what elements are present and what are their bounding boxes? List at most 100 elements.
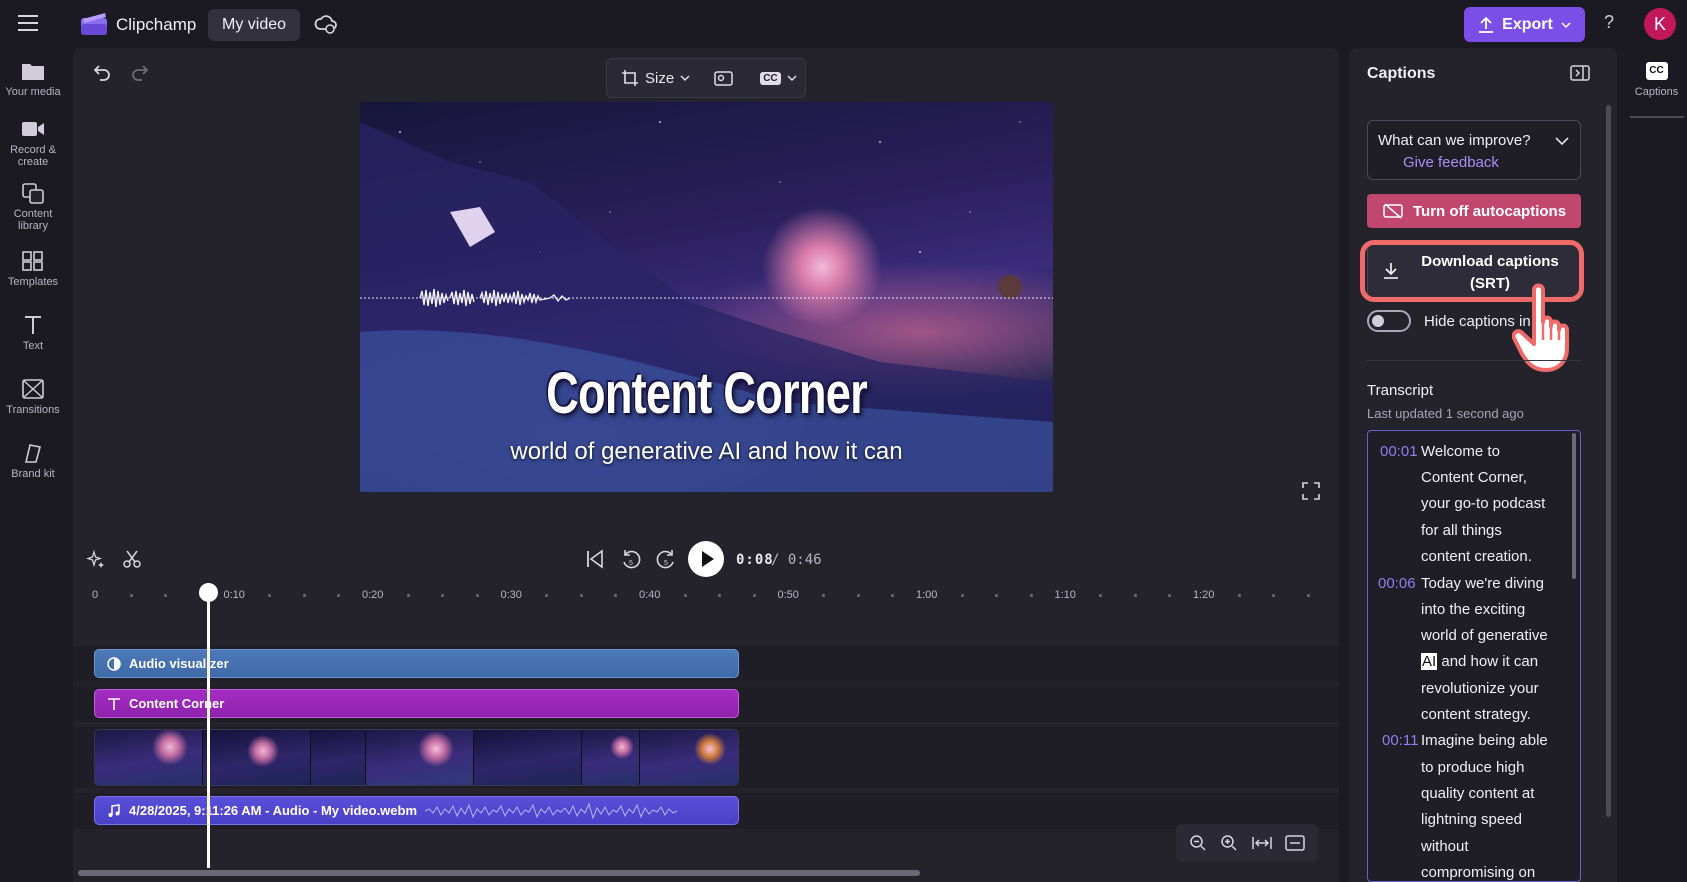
transcript-scrollbar[interactable] bbox=[1572, 433, 1576, 579]
menu-icon[interactable] bbox=[18, 14, 40, 32]
chevron-down-icon[interactable] bbox=[680, 74, 690, 82]
give-feedback-link[interactable]: Give feedback bbox=[1403, 154, 1499, 171]
redo-icon[interactable] bbox=[130, 63, 150, 83]
ruler-tick-label: 0:50 bbox=[777, 589, 799, 601]
caption-timestamp[interactable]: 00:11 bbox=[1382, 732, 1418, 749]
caption-line[interactable]: Today we're diving bbox=[1421, 575, 1544, 592]
ruler-tick-label: 1:10 bbox=[1054, 589, 1076, 601]
ruler-tick bbox=[752, 594, 756, 597]
text-clip[interactable]: Content Corner bbox=[94, 689, 739, 718]
sidebar-item-templates[interactable]: Templates bbox=[0, 250, 66, 288]
timeline-settings-icon[interactable] bbox=[1285, 834, 1305, 852]
skip-to-start-icon[interactable] bbox=[584, 548, 606, 570]
ruler-tick-label: 0:20 bbox=[362, 589, 384, 601]
ruler-tick bbox=[475, 594, 479, 597]
caption-line[interactable]: without bbox=[1421, 838, 1469, 855]
fullscreen-icon[interactable] bbox=[1302, 482, 1320, 500]
feedback-question: What can we improve? bbox=[1378, 132, 1531, 149]
transitions-icon bbox=[22, 379, 44, 399]
help-icon[interactable]: ? bbox=[1598, 12, 1620, 36]
zoom-in-icon[interactable] bbox=[1220, 834, 1238, 852]
sidebar-item-your-media[interactable]: Your media bbox=[0, 60, 66, 98]
audio-visualizer-clip[interactable]: Audio visualizer bbox=[94, 649, 739, 678]
caption-line[interactable]: world of generative bbox=[1421, 627, 1548, 644]
selected-word: AI bbox=[1421, 653, 1438, 670]
project-name-tab[interactable]: My video bbox=[208, 9, 300, 41]
audio-file-clip[interactable]: 4/28/2025, 9:11:26 AM - Audio - My video… bbox=[94, 796, 739, 825]
caption-line[interactable]: your go-to podcast bbox=[1421, 495, 1545, 512]
ruler-tick-label: 1:00 bbox=[916, 589, 938, 601]
caption-line[interactable]: Content Corner, bbox=[1421, 469, 1527, 486]
ruler-tick bbox=[302, 594, 306, 597]
video-thumbnail bbox=[640, 730, 738, 785]
forward-5s-icon[interactable]: 5 bbox=[655, 548, 677, 570]
caption-timestamp[interactable]: 00:06 bbox=[1378, 575, 1416, 592]
caption-line[interactable]: compromising on bbox=[1421, 864, 1535, 881]
captions-tab[interactable]: CC Captions bbox=[1626, 48, 1687, 118]
text-icon bbox=[25, 316, 41, 334]
ruler-tick-label: 0:10 bbox=[223, 589, 245, 601]
feedback-dropdown[interactable] bbox=[1367, 120, 1581, 180]
camera-icon bbox=[22, 122, 44, 136]
sidebar-item-brand-kit[interactable]: Brand kit bbox=[0, 442, 66, 480]
transcript-editor[interactable]: 00:01 Welcome to Content Corner, your go… bbox=[1367, 430, 1581, 882]
sidebar-item-transitions[interactable]: Transitions bbox=[0, 378, 66, 416]
caption-timestamp[interactable]: 00:01 bbox=[1380, 443, 1418, 460]
caption-line[interactable]: lightning speed bbox=[1421, 811, 1522, 828]
turn-off-autocaptions-button[interactable]: Turn off autocaptions bbox=[1367, 194, 1581, 228]
layout-icon[interactable] bbox=[714, 69, 734, 87]
tab-divider bbox=[1630, 116, 1684, 118]
ruler-tick bbox=[960, 594, 964, 597]
caption-line[interactable]: to produce high bbox=[1421, 759, 1524, 776]
pointer-hand-icon bbox=[1512, 282, 1582, 372]
ruler-tick bbox=[579, 594, 583, 597]
caption-line[interactable]: revolutionize your bbox=[1421, 680, 1539, 697]
captions-toggle-button[interactable]: CC bbox=[760, 71, 781, 85]
upload-icon bbox=[1479, 16, 1494, 33]
playhead[interactable] bbox=[207, 584, 210, 868]
timeline-scrollbar[interactable] bbox=[78, 870, 920, 876]
captions-tab-label: Captions bbox=[1634, 86, 1679, 98]
panel-scrollbar[interactable] bbox=[1606, 105, 1611, 817]
cloud-sync-icon[interactable] bbox=[314, 13, 338, 35]
caption-line[interactable]: into the exciting bbox=[1421, 601, 1525, 618]
chevron-down-icon[interactable] bbox=[787, 74, 797, 82]
cc-icon: CC bbox=[1645, 62, 1668, 80]
caption-line[interactable]: Imagine being able bbox=[1421, 732, 1548, 749]
sidebar-item-text[interactable]: Text bbox=[0, 314, 66, 352]
caption-line[interactable]: quality content at bbox=[1421, 785, 1534, 802]
undo-icon[interactable] bbox=[92, 63, 112, 83]
caption-line[interactable]: AI and how it can bbox=[1421, 653, 1538, 670]
ruler-tick bbox=[683, 594, 687, 597]
video-thumbnail bbox=[366, 730, 474, 785]
play-button[interactable] bbox=[688, 541, 724, 577]
caption-line[interactable]: for all things bbox=[1421, 522, 1502, 539]
ruler-tick-label: 0:30 bbox=[500, 589, 522, 601]
caption-line[interactable]: Welcome to bbox=[1421, 443, 1500, 460]
library-icon bbox=[22, 183, 44, 204]
video-title-overlay: Content Corner bbox=[546, 361, 868, 426]
playhead-handle[interactable] bbox=[199, 583, 218, 602]
zoom-out-icon[interactable] bbox=[1189, 834, 1207, 852]
split-scissors-icon[interactable] bbox=[122, 549, 142, 569]
size-button[interactable]: Size bbox=[645, 70, 674, 87]
resize-icon[interactable] bbox=[621, 69, 639, 87]
magic-wand-icon[interactable] bbox=[86, 550, 106, 570]
fit-to-width-icon[interactable] bbox=[1252, 834, 1272, 852]
ruler-tick-label: 0 bbox=[92, 589, 99, 601]
chevron-down-icon[interactable] bbox=[1554, 134, 1570, 148]
video-clip[interactable] bbox=[94, 729, 739, 786]
ruler-tick bbox=[129, 594, 133, 597]
transcript-heading: Transcript bbox=[1367, 382, 1434, 399]
rewind-5s-icon[interactable]: 5 bbox=[620, 548, 642, 570]
caption-line[interactable]: content creation. bbox=[1421, 548, 1532, 565]
sidebar-item-record-create[interactable]: Record & create bbox=[0, 118, 66, 168]
collapse-panel-icon[interactable] bbox=[1570, 64, 1590, 82]
avatar[interactable]: K bbox=[1644, 8, 1676, 40]
caption-line[interactable]: content strategy. bbox=[1421, 706, 1531, 723]
export-button[interactable]: Export bbox=[1464, 7, 1585, 42]
audio-waveform bbox=[425, 802, 678, 820]
sidebar-item-content-library[interactable]: Content library bbox=[0, 182, 66, 232]
video-preview[interactable]: Content Corner world of generative AI an… bbox=[360, 102, 1053, 492]
chevron-down-icon bbox=[1561, 21, 1571, 28]
